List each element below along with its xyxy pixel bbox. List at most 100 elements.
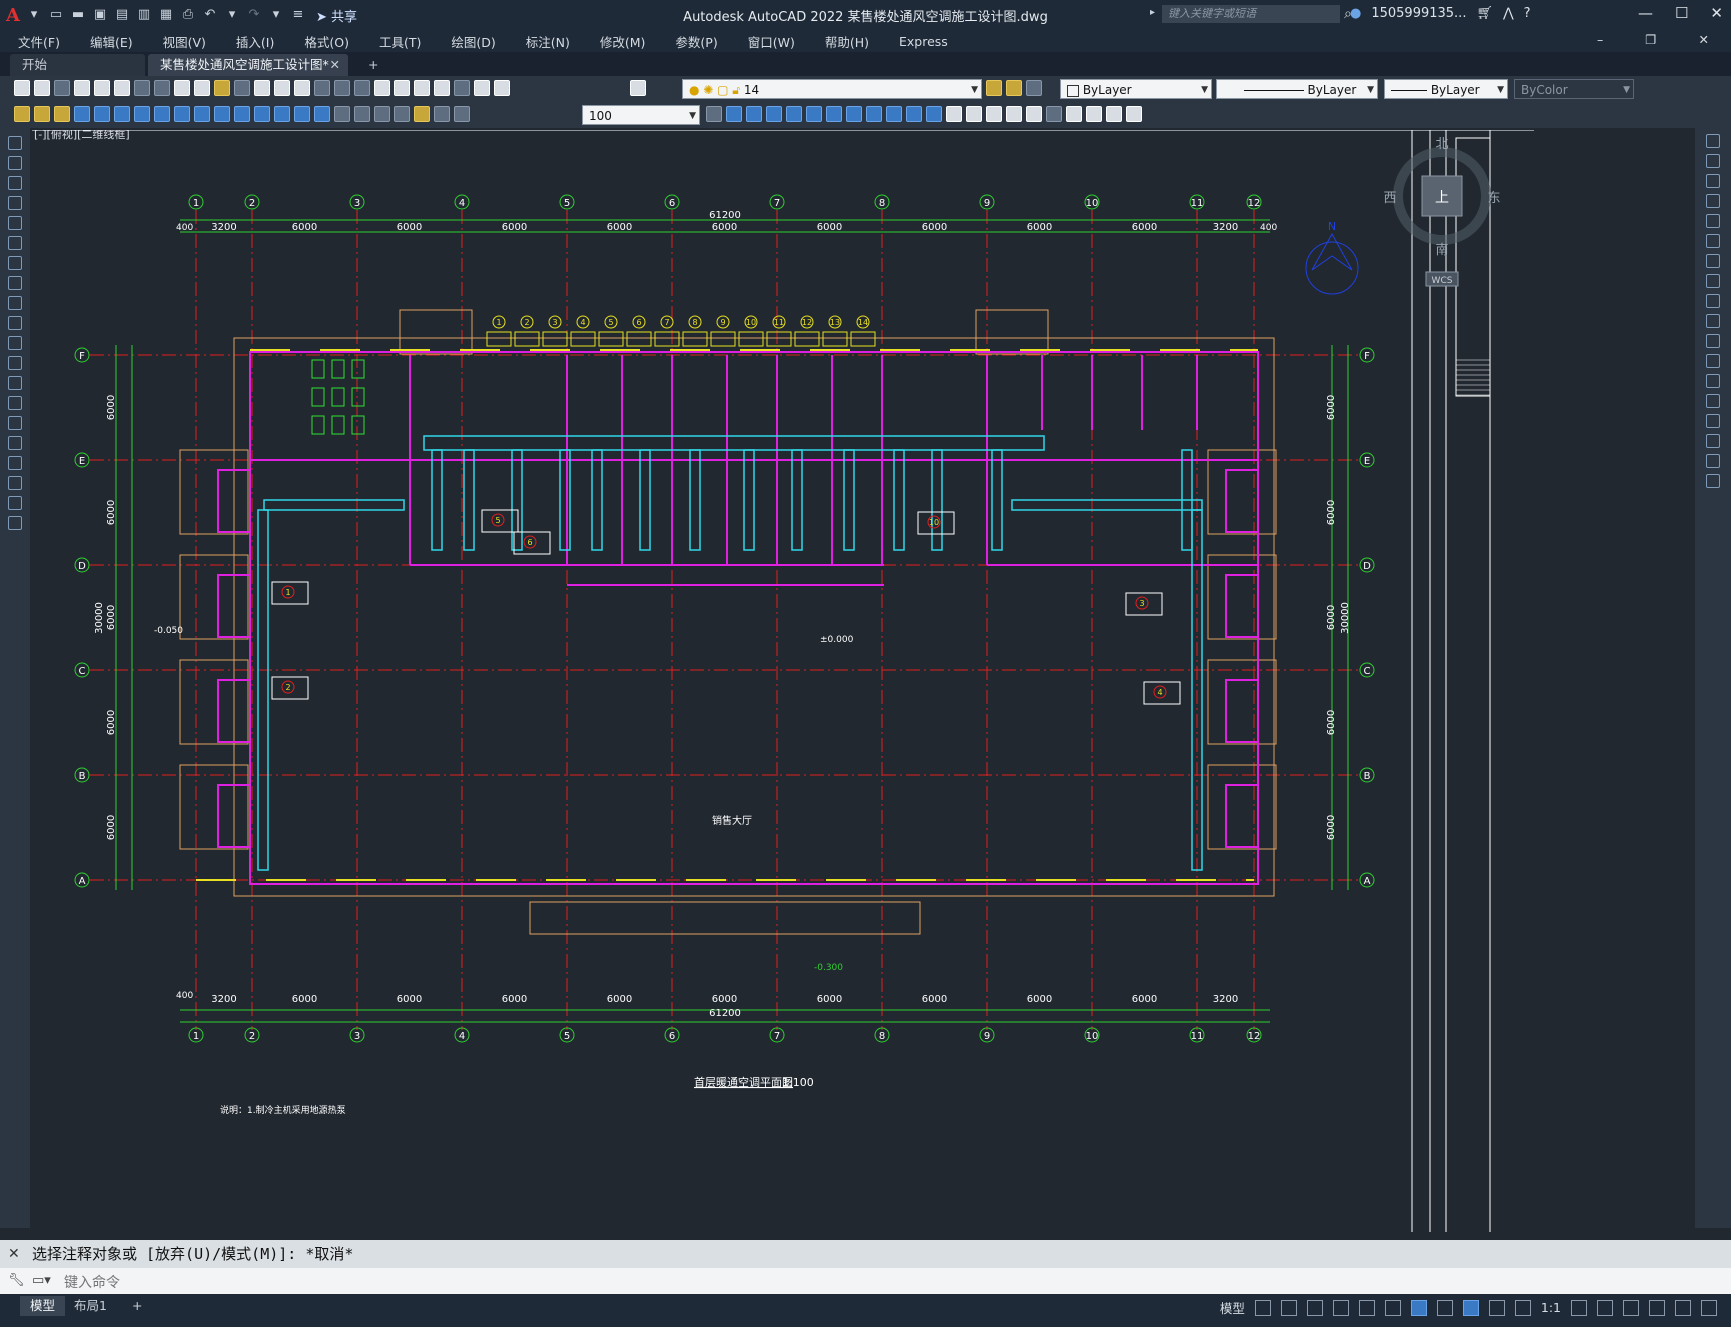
ortho-icon[interactable] (1306, 1299, 1323, 1316)
hatch-icon[interactable] (8, 416, 22, 430)
lineweight-select[interactable]: ByLayer ▼ (1384, 79, 1508, 99)
floor-plan-drawing[interactable]: [-][俯视][二维线框] 3200 3200 6000 6000 6000 6000 600… (32, 130, 1694, 1232)
menu-dimension[interactable]: 标注(N) (508, 32, 582, 51)
user-icon[interactable]: ● (1350, 6, 1361, 21)
angular-icon[interactable] (214, 106, 230, 122)
annotation-scale-value[interactable]: 1:1 (1541, 1300, 1561, 1315)
isodraft-icon[interactable] (1358, 1299, 1375, 1316)
pan-icon[interactable] (294, 80, 310, 96)
3d-print-icon[interactable] (134, 80, 150, 96)
menu-draw[interactable]: 绘图(D) (433, 32, 507, 51)
block-icon[interactable] (1026, 106, 1042, 122)
circle-icon[interactable] (8, 256, 22, 270)
xref-icon[interactable] (1066, 106, 1082, 122)
menu-edit[interactable]: 编辑(E) (72, 32, 145, 51)
make-current-icon[interactable] (986, 80, 1002, 96)
layer-previous-icon[interactable] (1006, 80, 1022, 96)
array-icon[interactable] (786, 106, 802, 122)
jogged-icon[interactable] (174, 106, 190, 122)
publish-icon[interactable] (114, 80, 130, 96)
menu-file[interactable]: 文件(F) (0, 32, 72, 51)
wrench-icon[interactable]: 🔧︎ (8, 1273, 25, 1288)
insert-block-icon[interactable] (8, 356, 22, 370)
plus-icon[interactable] (1597, 1299, 1613, 1316)
insert-icon[interactable] (1046, 106, 1062, 122)
design-center-icon[interactable] (394, 80, 410, 96)
isolate-icon[interactable] (1623, 1299, 1639, 1316)
trim-icon[interactable] (1706, 314, 1720, 328)
inspection-icon[interactable] (374, 106, 390, 122)
move-icon[interactable] (1706, 234, 1720, 248)
ordinate-icon[interactable] (134, 106, 150, 122)
join-icon[interactable] (946, 106, 962, 122)
layer-select[interactable]: ● ✺ ▢ 🔓︎ 14 ▼ (682, 79, 982, 99)
redo-icon[interactable] (274, 80, 290, 96)
mtext-icon[interactable] (8, 496, 22, 510)
copy-icon[interactable] (1706, 154, 1720, 168)
save-icon[interactable] (54, 80, 70, 96)
dim-style-icon[interactable] (14, 106, 30, 122)
annotation-scale-icon[interactable] (1514, 1299, 1531, 1316)
quick-dim-icon[interactable] (234, 106, 250, 122)
tab-start[interactable]: 开始 (10, 54, 145, 76)
dim-edit-icon[interactable] (414, 106, 430, 122)
dim-text-edit-icon[interactable] (434, 106, 450, 122)
ellipse-arc-icon[interactable] (8, 336, 22, 350)
chamfer-icon[interactable] (1706, 414, 1720, 428)
explode-icon[interactable] (1006, 106, 1022, 122)
break-icon[interactable] (1706, 374, 1720, 388)
dim-scale-icon[interactable] (706, 106, 722, 122)
customize-icon[interactable] (1701, 1299, 1717, 1316)
stretch-icon[interactable] (866, 106, 882, 122)
auto-scale-icon[interactable] (1488, 1299, 1505, 1316)
copy-icon[interactable] (174, 80, 190, 96)
osnap-icon[interactable] (1410, 1299, 1427, 1316)
mirror-icon[interactable] (1706, 174, 1720, 188)
match-properties-icon[interactable] (214, 80, 230, 96)
layer-properties-icon[interactable] (630, 80, 646, 96)
offset-icon[interactable] (1706, 194, 1720, 208)
break-at-point-icon[interactable] (1706, 354, 1720, 368)
break-icon[interactable] (926, 106, 942, 122)
extend-icon[interactable] (1706, 334, 1720, 348)
baseline-icon[interactable] (254, 106, 270, 122)
drawing-canvas[interactable]: [-][俯视][二维线框] 3200 3200 6000 6000 6000 6000 600… (32, 130, 1694, 1232)
stretch-icon[interactable] (1706, 294, 1720, 308)
open-icon[interactable] (34, 80, 50, 96)
menu-express[interactable]: Express (881, 34, 960, 49)
mirror-icon[interactable] (746, 106, 762, 122)
minimize-icon[interactable]: — (1638, 4, 1653, 22)
search-expand-icon[interactable]: ▸ (1150, 7, 1155, 18)
menu-window[interactable]: 窗口(W) (730, 32, 807, 51)
scale-icon[interactable] (846, 106, 862, 122)
linetype-select[interactable]: ByLayer ▼ (1216, 79, 1378, 99)
explode-icon[interactable] (1706, 474, 1720, 488)
revcloud-icon[interactable] (8, 276, 22, 290)
new-icon[interactable] (14, 80, 30, 96)
close-icon[interactable]: ✕ (8, 1240, 20, 1268)
ole-icon[interactable] (1106, 106, 1122, 122)
lineweight-icon[interactable] (1436, 1299, 1453, 1316)
autodesk-app-icon[interactable]: ⋀ (1503, 6, 1514, 21)
radius-icon[interactable] (154, 106, 170, 122)
dim-update-icon[interactable] (34, 106, 50, 122)
menu-view[interactable]: 视图(V) (145, 32, 218, 51)
menu-modify[interactable]: 修改(M) (582, 32, 658, 51)
command-menu-icon[interactable]: ▭▾ (32, 1273, 51, 1288)
extend-icon[interactable] (906, 106, 922, 122)
workspace-gear-icon[interactable] (1571, 1299, 1587, 1316)
blend-icon[interactable] (1706, 454, 1720, 468)
menu-help[interactable]: 帮助(H) (807, 32, 881, 51)
annotation-visibility-icon[interactable] (1462, 1299, 1479, 1316)
erase-icon[interactable] (1706, 134, 1720, 148)
doc-minimize-icon[interactable]: – (1579, 32, 1615, 47)
copy-objects-icon[interactable] (726, 106, 742, 122)
snap-icon[interactable] (1280, 1299, 1297, 1316)
dim-space-icon[interactable] (294, 106, 310, 122)
menu-insert[interactable]: 插入(I) (218, 32, 286, 51)
arc-length-icon[interactable] (114, 106, 130, 122)
image-icon[interactable] (1086, 106, 1102, 122)
undo-icon[interactable] (254, 80, 270, 96)
trim-icon[interactable] (886, 106, 902, 122)
move-icon[interactable] (806, 106, 822, 122)
